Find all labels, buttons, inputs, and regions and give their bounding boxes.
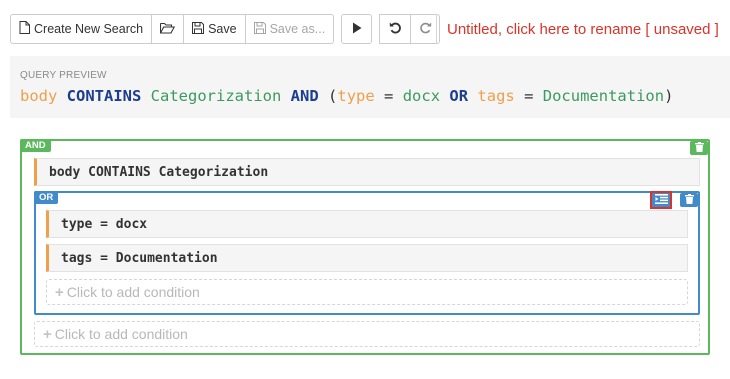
- query-preview-label: QUERY PREVIEW: [20, 70, 107, 81]
- add-condition-label: Click to add condition: [66, 284, 200, 300]
- add-condition-row[interactable]: + Click to add condition: [46, 279, 688, 305]
- plus-icon: +: [43, 325, 52, 343]
- delete-or-group-button[interactable]: [680, 193, 698, 207]
- save-icon: [192, 21, 205, 37]
- file-icon: [19, 21, 30, 37]
- save-button[interactable]: Save: [183, 14, 246, 44]
- save-label: Save: [208, 22, 237, 36]
- play-icon: [352, 22, 362, 37]
- and-group-badge[interactable]: AND: [20, 139, 51, 152]
- query-token-operator: OR: [449, 87, 469, 105]
- save-as-button[interactable]: Save as...: [244, 14, 335, 44]
- query-token-value: Documentation: [542, 87, 665, 105]
- or-group-badge[interactable]: OR: [34, 191, 59, 204]
- query-token-paren: (: [328, 87, 338, 105]
- trash-icon: [694, 139, 704, 157]
- query-token-field: tags: [477, 87, 515, 105]
- query-token-operator: CONTAINS: [66, 87, 142, 105]
- query-token-field: type: [337, 87, 375, 105]
- add-condition-label: Click to add condition: [54, 326, 188, 342]
- save-as-label: Save as...: [269, 22, 326, 36]
- or-group: OR type = docx tags = Documentation + Cl…: [34, 191, 700, 315]
- query-token-operator: AND: [290, 87, 319, 105]
- query-preview-panel: QUERY PREVIEW body CONTAINS Categorizati…: [10, 56, 730, 118]
- create-new-search-button[interactable]: Create New Search: [10, 14, 153, 44]
- query-token-field: body: [20, 87, 58, 105]
- and-group: AND body CONTAINS Categorization OR type…: [20, 139, 710, 355]
- query-preview-text: body CONTAINS Categorization AND (type =…: [20, 87, 673, 105]
- query-token-paren: ): [664, 87, 674, 105]
- condition-row[interactable]: tags = Documentation: [46, 244, 688, 272]
- trash-icon: [684, 191, 694, 209]
- undo-button[interactable]: [379, 14, 412, 44]
- open-button[interactable]: [151, 14, 185, 44]
- query-token-equals: =: [524, 87, 534, 105]
- delete-and-group-button[interactable]: [690, 141, 708, 155]
- add-condition-toggle-button[interactable]: [650, 191, 672, 209]
- query-token-equals: =: [384, 87, 394, 105]
- query-token-value: Categorization: [150, 87, 282, 105]
- folder-open-icon: [160, 22, 176, 37]
- undo-icon: [389, 21, 402, 37]
- condition-row[interactable]: body CONTAINS Categorization: [34, 158, 700, 186]
- plus-icon: +: [55, 283, 64, 301]
- redo-icon: [419, 21, 432, 37]
- query-token-value: docx: [402, 87, 441, 105]
- toolbar: Create New Search Save Save as...: [10, 14, 441, 44]
- save-as-icon: [253, 21, 266, 37]
- create-new-search-label: Create New Search: [34, 22, 144, 36]
- add-condition-row[interactable]: + Click to add condition: [34, 321, 700, 347]
- condition-row[interactable]: type = docx: [46, 210, 688, 238]
- rename-search-link[interactable]: Untitled, click here to rename [ unsaved…: [436, 14, 719, 44]
- list-add-icon: [654, 191, 668, 209]
- run-button[interactable]: [341, 14, 373, 44]
